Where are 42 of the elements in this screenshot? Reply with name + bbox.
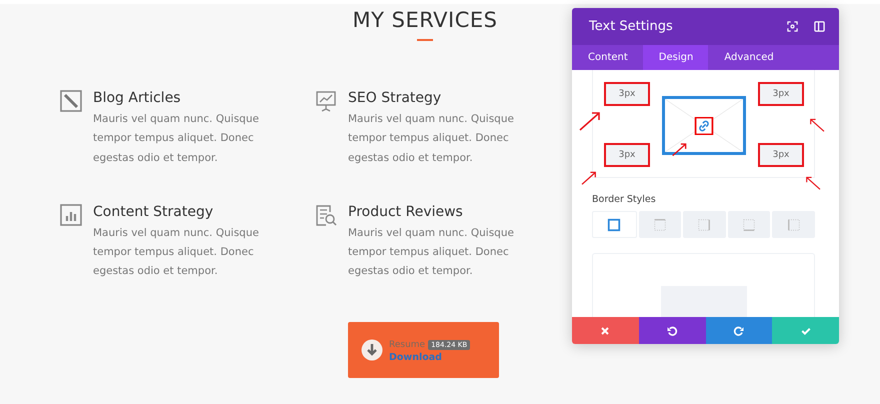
file-name: Resume (389, 340, 426, 350)
fullscreen-icon[interactable] (787, 21, 798, 32)
redo-icon (732, 324, 745, 336)
tab[interactable]: Content (572, 45, 643, 70)
pointer-arrow (580, 171, 598, 185)
pointer-arrow (579, 111, 601, 131)
radius-field[interactable]: 3px (760, 145, 802, 165)
radius-field[interactable]: 3px (606, 145, 648, 165)
download-icon (361, 338, 383, 361)
redo-button[interactable] (706, 317, 772, 344)
border-style-option[interactable] (592, 211, 637, 238)
service-description: Mauris vel quam nunc. Quisque tempor tempus aliquet. Donec egestas odio et tempor. (348, 226, 515, 280)
tab[interactable]: Design (642, 45, 708, 70)
service-description: Mauris vel quam nunc. Quisque tempor tempus aliquet. Donec egestas odio et tempor. (93, 226, 260, 280)
panel-title: Text Settings (589, 19, 674, 34)
pointer-arrow (672, 142, 687, 157)
service-description: Mauris vel quam nunc. Quisque tempor tempus aliquet. Donec egestas odio et tempor. (348, 112, 515, 166)
border-bottom-icon (742, 218, 756, 232)
sidebar-icon[interactable] (814, 21, 825, 32)
radius-field[interactable]: 3px (760, 84, 802, 104)
bar-chart-icon (60, 204, 82, 226)
close-icon (599, 324, 612, 336)
service-title: Blog Articles (93, 90, 182, 106)
border-right-icon (697, 218, 712, 232)
border-left-icon (786, 218, 801, 232)
undo-icon (666, 324, 678, 336)
chart-board-icon (315, 90, 337, 112)
section-title: MY SERVICES (352, 8, 498, 32)
field-label: Border Styles (592, 194, 657, 205)
service-title: SEO Strategy (348, 90, 442, 106)
undo-button[interactable] (638, 317, 706, 344)
tab[interactable]: Advanced (708, 45, 789, 70)
pencil-icon (60, 90, 82, 112)
service-title: Content Strategy (93, 204, 214, 220)
service-description: Mauris vel quam nunc. Quisque tempor tempus aliquet. Donec egestas odio et tempor. (93, 112, 260, 166)
title-underline (417, 39, 433, 41)
radius-field[interactable]: 3px (606, 84, 648, 104)
border-all-icon (607, 218, 622, 232)
border-top-icon (652, 218, 667, 232)
link-icon[interactable] (694, 116, 714, 134)
document-search-icon (315, 204, 337, 226)
service-title: Product Reviews (348, 204, 464, 220)
